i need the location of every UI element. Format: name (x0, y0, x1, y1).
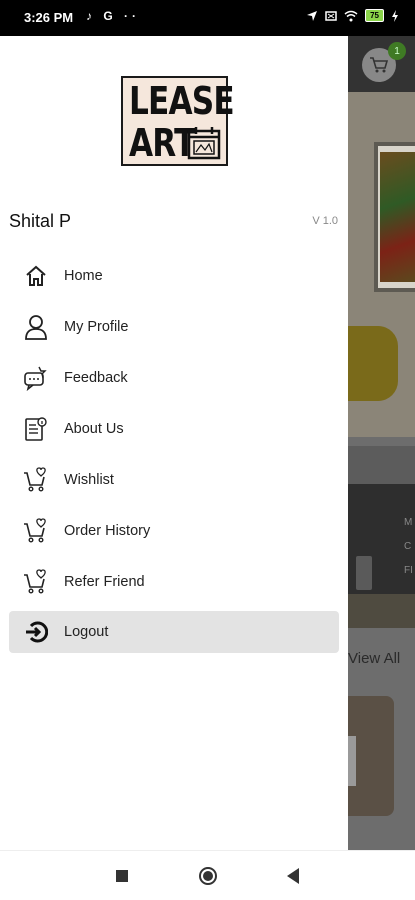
menu-item-my-profile[interactable]: My Profile (9, 306, 339, 348)
menu-item-about-us[interactable]: About Us (9, 408, 339, 450)
menu-label-order-history: Order History (64, 523, 151, 539)
about-icon (22, 415, 50, 443)
menu-label-refer-friend: Refer Friend (64, 574, 145, 590)
view-all-link: View All (348, 650, 401, 667)
menu-item-refer-friend[interactable]: Refer Friend (9, 561, 339, 603)
nav-drawer: LEASE ART Shital P V 1.0 Home My Profile… (0, 30, 348, 850)
bg-card-text: M C FI (404, 517, 413, 576)
status-bar: 3:26 PM ♪ G ·· 75 (0, 0, 415, 36)
charging-icon (392, 9, 398, 22)
menu-label-my-profile: My Profile (64, 319, 129, 335)
bg-plant (356, 556, 372, 590)
bg-strip (348, 446, 415, 486)
bg-chair (348, 326, 398, 401)
profile-icon (22, 313, 50, 341)
menu-item-logout[interactable]: Logout (9, 611, 339, 653)
logout-icon (22, 618, 50, 646)
wishlist-icon (22, 466, 50, 494)
app-version: V 1.0 (312, 215, 338, 227)
cart-badge: 1 (388, 42, 406, 60)
menu-label-logout: Logout (64, 624, 109, 640)
notification-icons: ♪ G ·· (86, 9, 140, 23)
home-icon (22, 262, 50, 290)
logo-line1: LEASE (129, 79, 235, 123)
menu-label-wishlist: Wishlist (64, 472, 114, 488)
refer-friend-icon (22, 568, 50, 596)
bg-floor (348, 594, 415, 628)
menu-item-feedback[interactable]: Feedback (9, 357, 339, 399)
menu-label-feedback: Feedback (64, 370, 128, 386)
background-app[interactable]: 1 M C FI View All (348, 36, 415, 850)
menu-label-about-us: About Us (64, 421, 124, 437)
user-name: Shital P (9, 211, 72, 231)
status-time: 3:26 PM (24, 10, 74, 25)
recents-button[interactable] (116, 870, 128, 882)
status-right-icons: 75 (306, 9, 399, 22)
logo-line2: ART (129, 121, 195, 165)
home-button[interactable] (198, 866, 218, 886)
calendar-icon (187, 127, 221, 160)
system-nav-bar (0, 850, 415, 900)
wifi-icon (344, 10, 358, 21)
menu-label-home: Home (64, 268, 103, 284)
menu-item-home[interactable]: Home (9, 255, 339, 297)
battery-icon: 75 (365, 9, 384, 22)
menu-item-order-history[interactable]: Order History (9, 510, 339, 552)
bg-artwork (380, 152, 415, 282)
feedback-icon (22, 364, 50, 392)
back-button[interactable] (286, 868, 300, 884)
order-history-icon (22, 517, 50, 545)
location-icon (307, 10, 318, 21)
sim-icon (325, 10, 337, 21)
bg-product-detail (348, 736, 356, 786)
app-logo: LEASE ART (121, 76, 235, 166)
menu-item-wishlist[interactable]: Wishlist (9, 459, 339, 501)
